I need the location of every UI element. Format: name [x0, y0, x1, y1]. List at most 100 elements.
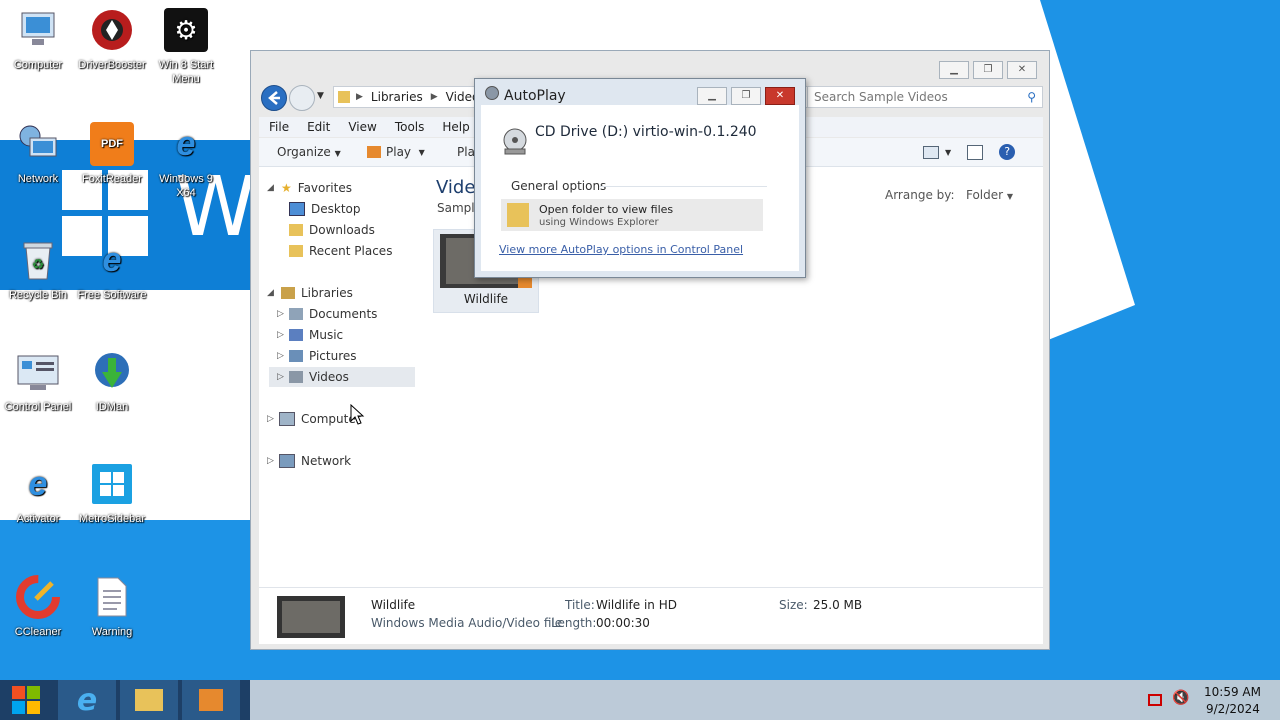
- driverbooster-icon: [90, 8, 134, 52]
- library-title: Vide: [436, 177, 476, 198]
- desktop-icon-label: Warning: [91, 626, 133, 638]
- ie-icon: e: [102, 241, 122, 279]
- network-icon: [16, 122, 60, 166]
- desktop-icon-metrosidebar[interactable]: MetroSidebar: [74, 462, 150, 526]
- desktop-icon-free-software[interactable]: e Free Software: [74, 238, 150, 302]
- folder-icon: [338, 91, 350, 103]
- desktop-icon-label: IDMan: [95, 401, 129, 413]
- play-label: Play: [386, 145, 412, 159]
- details-title-label: Title:: [565, 598, 595, 612]
- desktop-icon-recycle-bin[interactable]: ♻ Recycle Bin: [0, 238, 76, 302]
- nav-label: Music: [309, 328, 344, 342]
- mouse-cursor-icon: [350, 404, 365, 425]
- cd-drive-icon: [503, 128, 527, 155]
- taskbar-internet-explorer[interactable]: e: [58, 680, 116, 720]
- desktop-icon-foxitreader[interactable]: PDF FoxitReader: [74, 122, 150, 186]
- collapse-arrow-icon[interactable]: ▷: [267, 451, 279, 471]
- open-folder-option[interactable]: Open folder to view files using Windows …: [501, 199, 763, 231]
- desktop-icon-windows9[interactable]: e Windows 9 X64: [148, 122, 224, 200]
- change-view-icon[interactable]: [923, 145, 939, 159]
- nav-network[interactable]: ▷ Network: [267, 451, 351, 471]
- idm-icon: [90, 350, 134, 394]
- details-size-value: 25.0 MB: [813, 598, 863, 612]
- nav-desktop[interactable]: Desktop: [289, 199, 361, 219]
- menu-file[interactable]: File: [269, 117, 289, 137]
- taskbar-media-player[interactable]: [182, 680, 240, 720]
- dialog-title: AutoPlay: [504, 88, 566, 104]
- recent-pages-dropdown[interactable]: ▼: [317, 91, 324, 101]
- expand-arrow-icon[interactable]: ◢: [267, 283, 274, 303]
- play-all-button[interactable]: Pla: [457, 145, 475, 159]
- expand-arrow-icon[interactable]: ◢: [267, 178, 274, 198]
- nav-downloads[interactable]: Downloads: [289, 220, 375, 240]
- maximize-button[interactable]: ❐: [973, 61, 1003, 79]
- nav-videos[interactable]: ▷ Videos: [269, 367, 415, 387]
- help-icon[interactable]: ?: [999, 144, 1016, 160]
- collapse-arrow-icon[interactable]: ▷: [267, 409, 279, 429]
- collapse-arrow-icon[interactable]: ▷: [277, 325, 289, 345]
- close-button[interactable]: ✕: [765, 87, 795, 105]
- forward-button[interactable]: [289, 85, 315, 111]
- menu-edit[interactable]: Edit: [307, 117, 330, 137]
- desktop-icon-control-panel[interactable]: Control Panel: [0, 350, 76, 414]
- details-name: Wildlife: [371, 598, 416, 612]
- desktop-icon-win8-start-menu[interactable]: ⚙ Win 8 Start Menu: [148, 8, 224, 86]
- clock-date[interactable]: 9/2/2024: [1206, 702, 1260, 716]
- details-type: Windows Media Audio/Video file: [371, 616, 563, 630]
- nav-pictures[interactable]: ▷ Pictures: [277, 346, 357, 366]
- start-button[interactable]: [0, 680, 52, 720]
- desktop-icon-driverbooster[interactable]: DriverBooster: [74, 8, 150, 72]
- arrange-by[interactable]: Arrange by: Folder ▼: [885, 188, 1013, 202]
- taskbar-file-explorer[interactable]: [120, 680, 178, 720]
- organize-button[interactable]: Organize ▼: [277, 145, 341, 159]
- search-placeholder: Search Sample Videos: [814, 90, 948, 104]
- search-input[interactable]: Search Sample Videos ⚲: [807, 86, 1043, 108]
- collapse-arrow-icon[interactable]: ▷: [277, 346, 289, 366]
- nav-computer[interactable]: ▷ Computer: [267, 409, 361, 429]
- play-button[interactable]: Play ▼: [367, 145, 425, 159]
- chevron-right-icon: ▶: [356, 92, 363, 102]
- desktop-icon-idman[interactable]: IDMan: [74, 350, 150, 414]
- clock-time[interactable]: 10:59 AM: [1204, 685, 1261, 699]
- nav-documents[interactable]: ▷ Documents: [277, 304, 377, 324]
- maximize-button[interactable]: ❐: [731, 87, 761, 105]
- ie-icon: e: [28, 465, 48, 503]
- nav-favorites[interactable]: ◢ ★ Favorites: [267, 178, 352, 198]
- minimize-button[interactable]: ▁: [697, 87, 727, 105]
- recycle-bin-icon: ♻: [16, 238, 60, 282]
- desktop-icon-network[interactable]: Network: [0, 122, 76, 186]
- volume-muted-icon[interactable]: 🔇: [1172, 690, 1189, 706]
- breadcrumb-libraries[interactable]: Libraries: [371, 90, 423, 104]
- dropdown-arrow-icon: ▼: [334, 149, 341, 158]
- minimize-button[interactable]: ▁: [939, 61, 969, 79]
- preview-pane-icon[interactable]: [967, 144, 984, 160]
- search-icon[interactable]: ⚲: [1027, 87, 1036, 107]
- network-status-icon[interactable]: [1148, 694, 1162, 706]
- view-dropdown-icon[interactable]: ▼: [945, 148, 951, 157]
- nav-recent-places[interactable]: Recent Places: [289, 241, 392, 261]
- desktop-icon-ccleaner[interactable]: CCleaner: [0, 575, 76, 639]
- desktop-icon-activator[interactable]: e Activator: [0, 462, 76, 526]
- desktop-icon-warning[interactable]: Warning: [74, 575, 150, 639]
- collapse-arrow-icon[interactable]: ▷: [277, 304, 289, 324]
- desktop-icon-label: MetroSidebar: [78, 513, 146, 525]
- divider: [599, 186, 767, 187]
- desktop-icon-label: CCleaner: [14, 626, 62, 638]
- navigation-pane: ◢ ★ Favorites Desktop Downloads Recent Pla…: [259, 167, 417, 587]
- option-subtitle: using Windows Explorer: [539, 217, 659, 228]
- nav-libraries[interactable]: ◢ Libraries: [267, 283, 353, 303]
- autoplay-dialog: AutoPlay ▁ ❐ ✕ CD Drive (D:) virtio-win-…: [474, 78, 806, 278]
- menu-help[interactable]: Help: [442, 117, 469, 137]
- desktop-icon-computer[interactable]: Computer: [0, 8, 76, 72]
- nav-label: Downloads: [309, 223, 375, 237]
- more-autoplay-options-link[interactable]: View more AutoPlay options in Control Pa…: [499, 243, 743, 256]
- nav-music[interactable]: ▷ Music: [277, 325, 343, 345]
- svg-text:♻: ♻: [32, 256, 45, 272]
- close-button[interactable]: ✕: [1007, 61, 1037, 79]
- recent-places-icon: [289, 245, 303, 257]
- collapse-arrow-icon[interactable]: ▷: [277, 367, 289, 387]
- back-button[interactable]: [261, 85, 287, 111]
- network-icon: [279, 454, 295, 468]
- menu-view[interactable]: View: [348, 117, 376, 137]
- menu-tools[interactable]: Tools: [395, 117, 425, 137]
